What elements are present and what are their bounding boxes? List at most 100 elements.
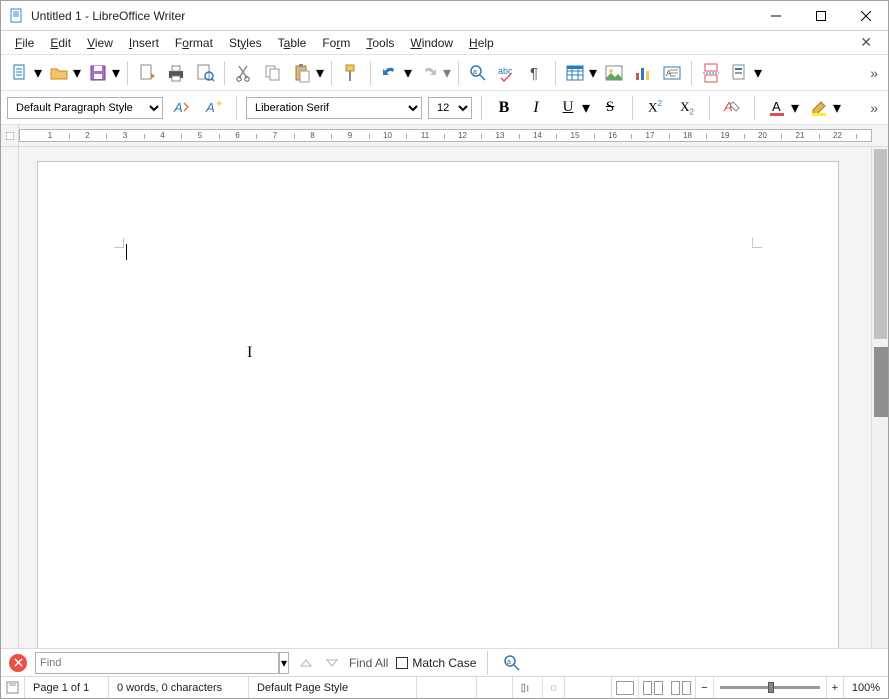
- underline-button[interactable]: U: [555, 95, 581, 121]
- insert-field-dropdown[interactable]: ▾: [753, 60, 763, 86]
- update-style-button[interactable]: A: [169, 95, 195, 121]
- menu-window[interactable]: Window: [402, 34, 461, 52]
- scrollbar-thumb[interactable]: [874, 149, 887, 339]
- view-book-button[interactable]: [667, 677, 696, 698]
- ruler-corner: [1, 125, 19, 146]
- formatbar-more-button[interactable]: »: [870, 100, 882, 116]
- status-selection-mode[interactable]: I: [513, 677, 543, 698]
- print-button[interactable]: [163, 60, 189, 86]
- highlight-button[interactable]: [806, 95, 832, 121]
- find-options-button[interactable]: a: [499, 650, 525, 676]
- app-icon: [9, 8, 25, 24]
- new-dropdown[interactable]: ▾: [33, 60, 43, 86]
- redo-button[interactable]: [416, 60, 442, 86]
- undo-button[interactable]: [377, 60, 403, 86]
- page-break-button[interactable]: [698, 60, 724, 86]
- find-all-button[interactable]: Find All: [349, 656, 388, 670]
- new-style-button[interactable]: A✦: [201, 95, 227, 121]
- status-words[interactable]: 0 words, 0 characters: [109, 677, 249, 698]
- export-pdf-button[interactable]: [134, 60, 160, 86]
- menu-file[interactable]: File: [7, 34, 42, 52]
- toolbar-more-button[interactable]: »: [870, 65, 882, 81]
- find-next-button[interactable]: [323, 654, 341, 672]
- status-signature[interactable]: [543, 677, 565, 698]
- multi-page-icon-2: [654, 681, 663, 695]
- menu-styles[interactable]: Styles: [221, 34, 270, 52]
- font-color-button[interactable]: A: [764, 95, 790, 121]
- italic-button[interactable]: I: [523, 95, 549, 121]
- status-language[interactable]: [417, 677, 477, 698]
- new-button[interactable]: [7, 60, 33, 86]
- insert-field-button[interactable]: [727, 60, 753, 86]
- clone-formatting-button[interactable]: [338, 60, 364, 86]
- print-preview-button[interactable]: [192, 60, 218, 86]
- find-input[interactable]: [35, 652, 279, 674]
- status-page-style[interactable]: Default Page Style: [249, 677, 417, 698]
- zoom-value[interactable]: 100%: [844, 677, 888, 698]
- open-dropdown[interactable]: ▾: [72, 60, 82, 86]
- redo-dropdown[interactable]: ▾: [442, 60, 452, 86]
- strikethrough-button[interactable]: S: [597, 95, 623, 121]
- menu-form[interactable]: Form: [314, 34, 358, 52]
- font-size-combo[interactable]: 12 pt: [428, 97, 472, 119]
- close-button[interactable]: [843, 1, 888, 30]
- superscript-button[interactable]: X2: [642, 95, 668, 121]
- menu-view[interactable]: View: [79, 34, 121, 52]
- insert-image-button[interactable]: [601, 60, 627, 86]
- find-replace-button[interactable]: a: [465, 60, 491, 86]
- status-insert-mode[interactable]: [477, 677, 513, 698]
- document-page[interactable]: I: [37, 161, 839, 648]
- paragraph-style-combo[interactable]: Default Paragraph Style: [7, 97, 163, 119]
- subscript-button[interactable]: X2: [674, 95, 700, 121]
- menu-format[interactable]: Format: [167, 34, 221, 52]
- bold-button[interactable]: B: [491, 95, 517, 121]
- status-bar: Page 1 of 1 0 words, 0 characters Defaul…: [1, 676, 888, 698]
- save-button[interactable]: [85, 60, 111, 86]
- find-history-dropdown[interactable]: ▾: [279, 652, 289, 674]
- zoom-in-button[interactable]: +: [826, 677, 844, 698]
- insert-chart-button[interactable]: [630, 60, 656, 86]
- copy-button[interactable]: [260, 60, 286, 86]
- paste-dropdown[interactable]: ▾: [315, 60, 325, 86]
- maximize-button[interactable]: [798, 1, 843, 30]
- insert-table-button[interactable]: [562, 60, 588, 86]
- save-dropdown[interactable]: ▾: [111, 60, 121, 86]
- view-single-page-button[interactable]: [612, 677, 639, 698]
- svg-text:✦: ✦: [215, 99, 223, 110]
- zoom-knob[interactable]: [768, 682, 774, 693]
- undo-dropdown[interactable]: ▾: [403, 60, 413, 86]
- menu-insert[interactable]: Insert: [121, 34, 167, 52]
- clear-formatting-button[interactable]: A: [719, 95, 745, 121]
- sidebar-toggle[interactable]: [874, 347, 888, 417]
- horizontal-ruler[interactable]: 12345678910111213141516171819202122: [1, 125, 888, 147]
- menu-tools[interactable]: Tools: [358, 34, 402, 52]
- document-viewport[interactable]: I: [19, 147, 871, 648]
- menu-help[interactable]: Help: [461, 34, 502, 52]
- zoom-out-button[interactable]: −: [696, 677, 713, 698]
- menu-edit[interactable]: Edit: [42, 34, 79, 52]
- vertical-ruler[interactable]: [1, 147, 19, 648]
- open-button[interactable]: [46, 60, 72, 86]
- spellcheck-button[interactable]: abc: [494, 60, 520, 86]
- match-case-checkbox[interactable]: Match Case: [396, 656, 476, 670]
- status-page[interactable]: Page 1 of 1: [25, 677, 109, 698]
- paste-button[interactable]: [289, 60, 315, 86]
- find-previous-button[interactable]: [297, 654, 315, 672]
- highlight-dropdown[interactable]: ▾: [832, 95, 842, 121]
- editor-area: I: [1, 147, 888, 648]
- svg-text:A: A: [173, 100, 183, 115]
- font-color-dropdown[interactable]: ▾: [790, 95, 800, 121]
- formatting-marks-button[interactable]: ¶: [523, 60, 549, 86]
- view-multi-page-button[interactable]: [639, 677, 667, 698]
- zoom-slider[interactable]: [720, 686, 820, 689]
- insert-textbox-button[interactable]: A: [659, 60, 685, 86]
- status-save-icon[interactable]: [1, 677, 25, 698]
- cut-button[interactable]: [231, 60, 257, 86]
- insert-table-dropdown[interactable]: ▾: [588, 60, 598, 86]
- find-close-button[interactable]: [9, 654, 27, 672]
- underline-dropdown[interactable]: ▾: [581, 95, 591, 121]
- close-document-button[interactable]: ✕: [850, 34, 882, 51]
- minimize-button[interactable]: [753, 1, 798, 30]
- font-name-combo[interactable]: Liberation Serif: [246, 97, 422, 119]
- menu-table[interactable]: Table: [270, 34, 315, 52]
